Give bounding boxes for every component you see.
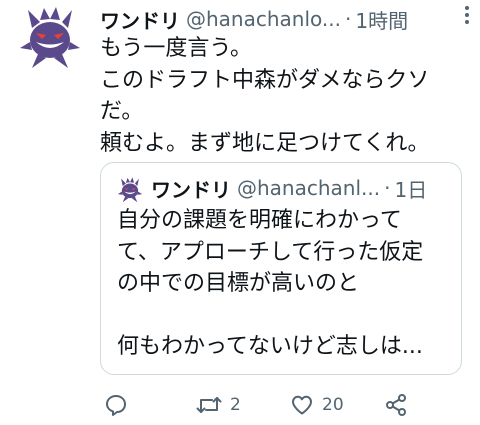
tweet-timestamp[interactable]: 1時間 [355,5,408,34]
quoted-text-line: 何もわかってないけど志しは... [117,334,423,359]
quoted-tweet-card[interactable]: ワンドリ @hanachanl... · 1日 自分の課題を明確にわかって て、… [100,162,462,375]
tweet-text-line: もう一度言う。 [100,36,253,61]
reply-icon [106,395,126,416]
tweet-text-line: このドラフト中森がダメならクソ [100,67,430,93]
like-button[interactable]: 20 [290,390,344,420]
gengar-avatar-icon[interactable] [117,177,143,203]
quoted-tweet-header: ワンドリ @hanachanl... · 1日 [151,173,451,203]
author-display-name[interactable]: ワンドリ [100,5,180,34]
quoted-tweet-text: 自分の課題を明確にわかって て、アプローチして行った仮定 の中での目標が高いのと… [117,205,457,363]
tweet-header: ワンドリ @hanachanlo... · 1時間 [100,4,466,34]
heart-icon [292,395,312,415]
tweet-text: もう一度言う。 このドラフト中森がダメならクソ だ。 頼むよ。まず地に足つけてく… [100,33,460,159]
retweet-button[interactable]: 2 [196,390,241,420]
separator-dot: · [384,176,391,200]
quoted-text-line: の中での目標が高いのと [117,271,360,296]
quoted-text-line: て、アプローチして行った仮定 [117,239,424,265]
author-handle[interactable]: @hanachanlo... [186,7,341,31]
gengar-avatar-icon[interactable] [18,6,82,70]
retweet-count: 2 [230,395,241,415]
tweet-text-line: だ。 [100,99,144,124]
quoted-author-display-name: ワンドリ [151,177,231,202]
tweet-text-line: 頼むよ。まず地に足つけてくれ。 [100,130,430,156]
quoted-text-line: 自分の課題を明確にわかって [117,208,402,233]
share-button[interactable] [384,390,408,420]
reply-button[interactable] [104,390,128,420]
quoted-author-handle: @hanachanl... [237,176,381,200]
like-count: 20 [322,395,344,415]
tweet[interactable]: ワンドリ @hanachanlo... · 1時間 もう一度言う。 このドラフト… [0,0,480,425]
quoted-tweet-timestamp: 1日 [394,177,428,202]
quoted-text-line [117,300,457,332]
retweet-icon [196,397,222,413]
more-options-icon[interactable] [456,4,478,26]
separator-dot: · [344,7,352,31]
share-icon [386,394,406,416]
tweet-action-bar: 2 20 [100,390,430,420]
